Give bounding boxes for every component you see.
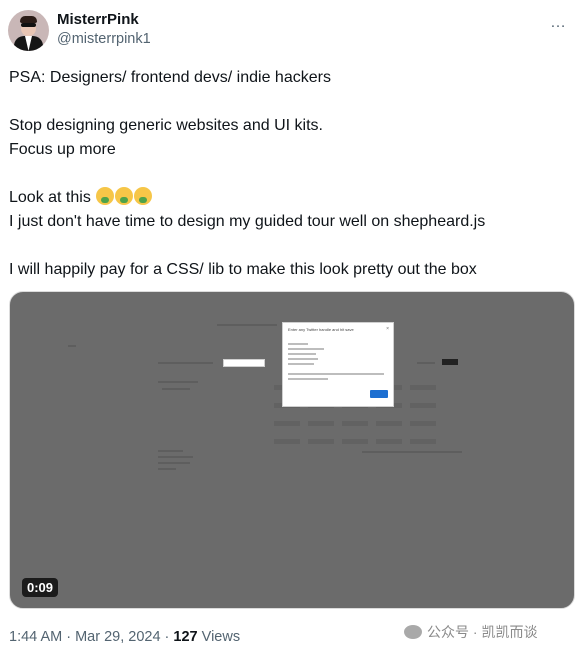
- modal-title: Enter any Twitter handle and hit save: [288, 327, 354, 332]
- tweet-line: Stop designing generic websites and UI k…: [9, 117, 323, 134]
- tweet-line: Focus up more: [9, 141, 116, 158]
- face-vomiting-icon: [134, 187, 153, 205]
- modal-next-button: [370, 390, 388, 398]
- tweet-line: PSA: Designers/ frontend devs/ indie hac…: [9, 69, 331, 86]
- face-vomiting-icon: [96, 187, 115, 205]
- face-vomiting-icon: [115, 187, 134, 205]
- video-player[interactable]: Enter any Twitter handle and hit save × …: [9, 291, 575, 609]
- author-name[interactable]: MisterrPink: [57, 11, 139, 28]
- tweet-header: MisterrPink @misterrpink1 …: [8, 8, 573, 54]
- tweet-meta: 1:44 AM · Mar 29, 2024 · 127 Views: [9, 629, 240, 645]
- tweet-text: PSA: Designers/ frontend devs/ indie hac…: [9, 66, 569, 282]
- video-input-field: [223, 359, 265, 367]
- tweet-line: I just don't have time to design my guid…: [9, 213, 486, 230]
- tweet-line: Look at this: [9, 186, 569, 210]
- video-duration: 0:09: [22, 578, 59, 597]
- watermark: 公众号 · 凯凯而谈: [404, 622, 537, 642]
- guided-tour-modal: Enter any Twitter handle and hit save ×: [282, 322, 394, 407]
- video-button: [442, 359, 458, 365]
- views-label: Views: [197, 629, 241, 645]
- close-icon: ×: [386, 326, 389, 332]
- watermark-text: 公众号 · 凯凯而谈: [427, 624, 538, 640]
- views-count: 127: [173, 629, 198, 645]
- tweet-line: I will happily pay for a CSS/ lib to mak…: [9, 261, 477, 278]
- more-options-icon[interactable]: …: [550, 14, 567, 32]
- author-handle[interactable]: @misterrpink1: [57, 31, 151, 47]
- avatar[interactable]: [8, 10, 49, 51]
- timestamp[interactable]: 1:44 AM · Mar 29, 2024 ·: [9, 629, 173, 645]
- wechat-icon: [404, 625, 422, 639]
